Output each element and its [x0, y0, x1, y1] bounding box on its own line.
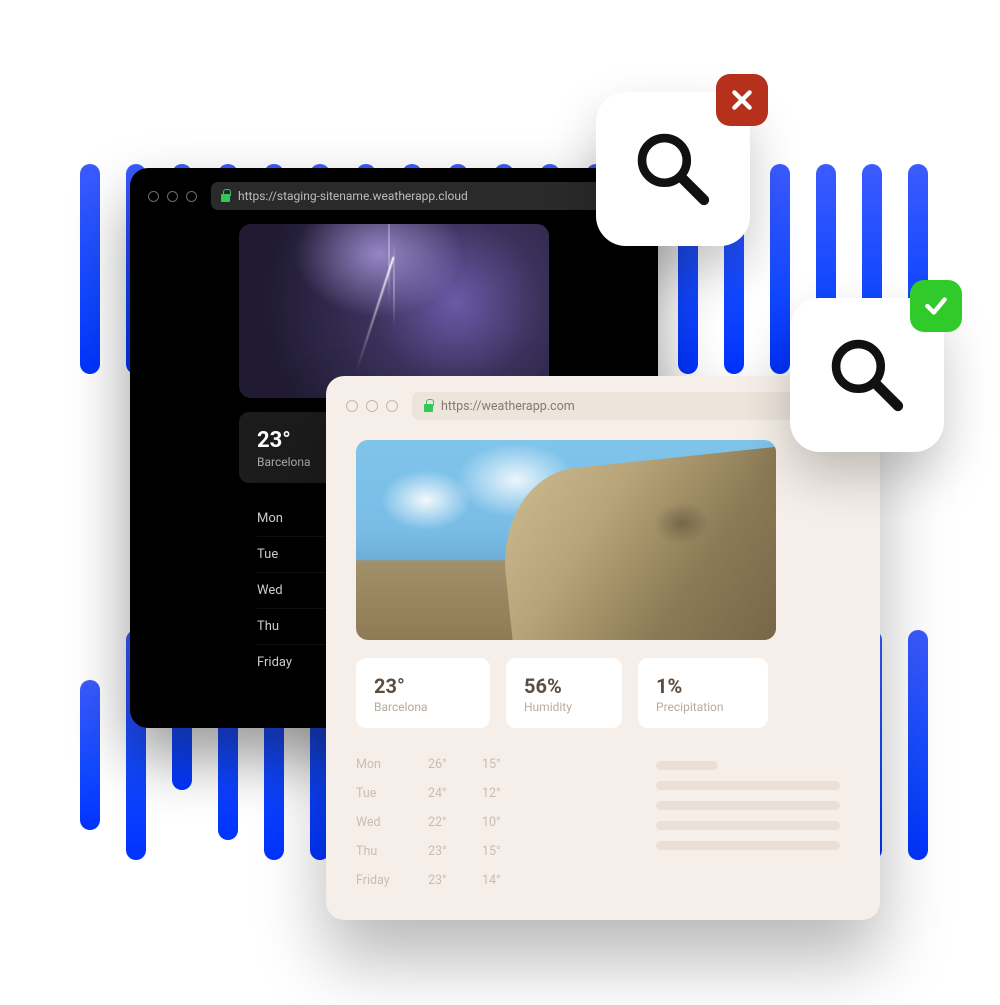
day-label: Wed [356, 815, 428, 830]
x-icon [729, 87, 755, 113]
window-zoom-icon[interactable] [386, 400, 398, 412]
day-label: Friday [356, 873, 428, 888]
search-noindex-badge [596, 92, 750, 246]
table-row: Friday 23° 14° [356, 866, 634, 895]
hero-image-building [356, 440, 776, 640]
window-minimize-icon[interactable] [366, 400, 378, 412]
status-chip-fail [716, 74, 768, 126]
day-label: Thu [356, 844, 428, 859]
low-temp: 14° [482, 873, 528, 888]
lock-icon [424, 401, 433, 412]
magnifier-icon [630, 126, 716, 212]
address-url: https://weatherapp.com [441, 399, 575, 414]
address-bar[interactable]: https://staging-sitename.weatherapp.clou… [211, 182, 640, 210]
status-chip-ok [910, 280, 962, 332]
browser-chrome: https://staging-sitename.weatherapp.clou… [130, 168, 658, 224]
high-temp: 26° [428, 757, 482, 772]
magnifier-icon [824, 332, 910, 418]
table-row: Mon 26° 15° [356, 750, 634, 779]
precipitation-card: 1% Precipitation [638, 658, 768, 728]
low-temp: 10° [482, 815, 528, 830]
window-close-icon[interactable] [148, 191, 159, 202]
precipitation-label: Precipitation [656, 700, 750, 714]
low-temp: 15° [482, 844, 528, 859]
window-controls[interactable] [148, 191, 197, 202]
address-url: https://staging-sitename.weatherapp.clou… [238, 189, 468, 203]
table-row: Thu 23° 15° [356, 837, 634, 866]
text-placeholder-block [656, 750, 850, 895]
metrics-row: 23° Barcelona 56% Humidity 1% Precipitat… [356, 658, 850, 728]
high-temp: 22° [428, 815, 482, 830]
day-label: Tue [356, 786, 428, 801]
precipitation-value: 1% [656, 674, 750, 698]
forecast-table: Mon 26° 15° Tue 24° 12° Wed 22° 10° [356, 750, 634, 895]
search-indexed-badge [790, 298, 944, 452]
window-minimize-icon[interactable] [167, 191, 178, 202]
low-temp: 15° [482, 757, 528, 772]
temperature-label: Barcelona [374, 700, 472, 714]
table-row: Tue 24° 12° [356, 779, 634, 808]
high-temp: 23° [428, 844, 482, 859]
humidity-label: Humidity [524, 700, 604, 714]
high-temp: 24° [428, 786, 482, 801]
table-row: Wed 22° 10° [356, 808, 634, 837]
check-icon [923, 293, 949, 319]
window-close-icon[interactable] [346, 400, 358, 412]
lock-icon [221, 191, 230, 202]
low-temp: 12° [482, 786, 528, 801]
window-zoom-icon[interactable] [186, 191, 197, 202]
production-browser-window: https://weatherapp.com 23° Barcelona 56%… [326, 376, 880, 920]
humidity-value: 56% [524, 674, 604, 698]
illustration-stage: https://staging-sitename.weatherapp.clou… [0, 0, 1000, 1005]
high-temp: 23° [428, 873, 482, 888]
humidity-card: 56% Humidity [506, 658, 622, 728]
hero-image-lightning [239, 224, 549, 398]
window-controls[interactable] [346, 400, 398, 412]
temperature-value: 23° [374, 674, 472, 698]
temperature-card: 23° Barcelona [356, 658, 490, 728]
day-label: Mon [356, 757, 428, 772]
